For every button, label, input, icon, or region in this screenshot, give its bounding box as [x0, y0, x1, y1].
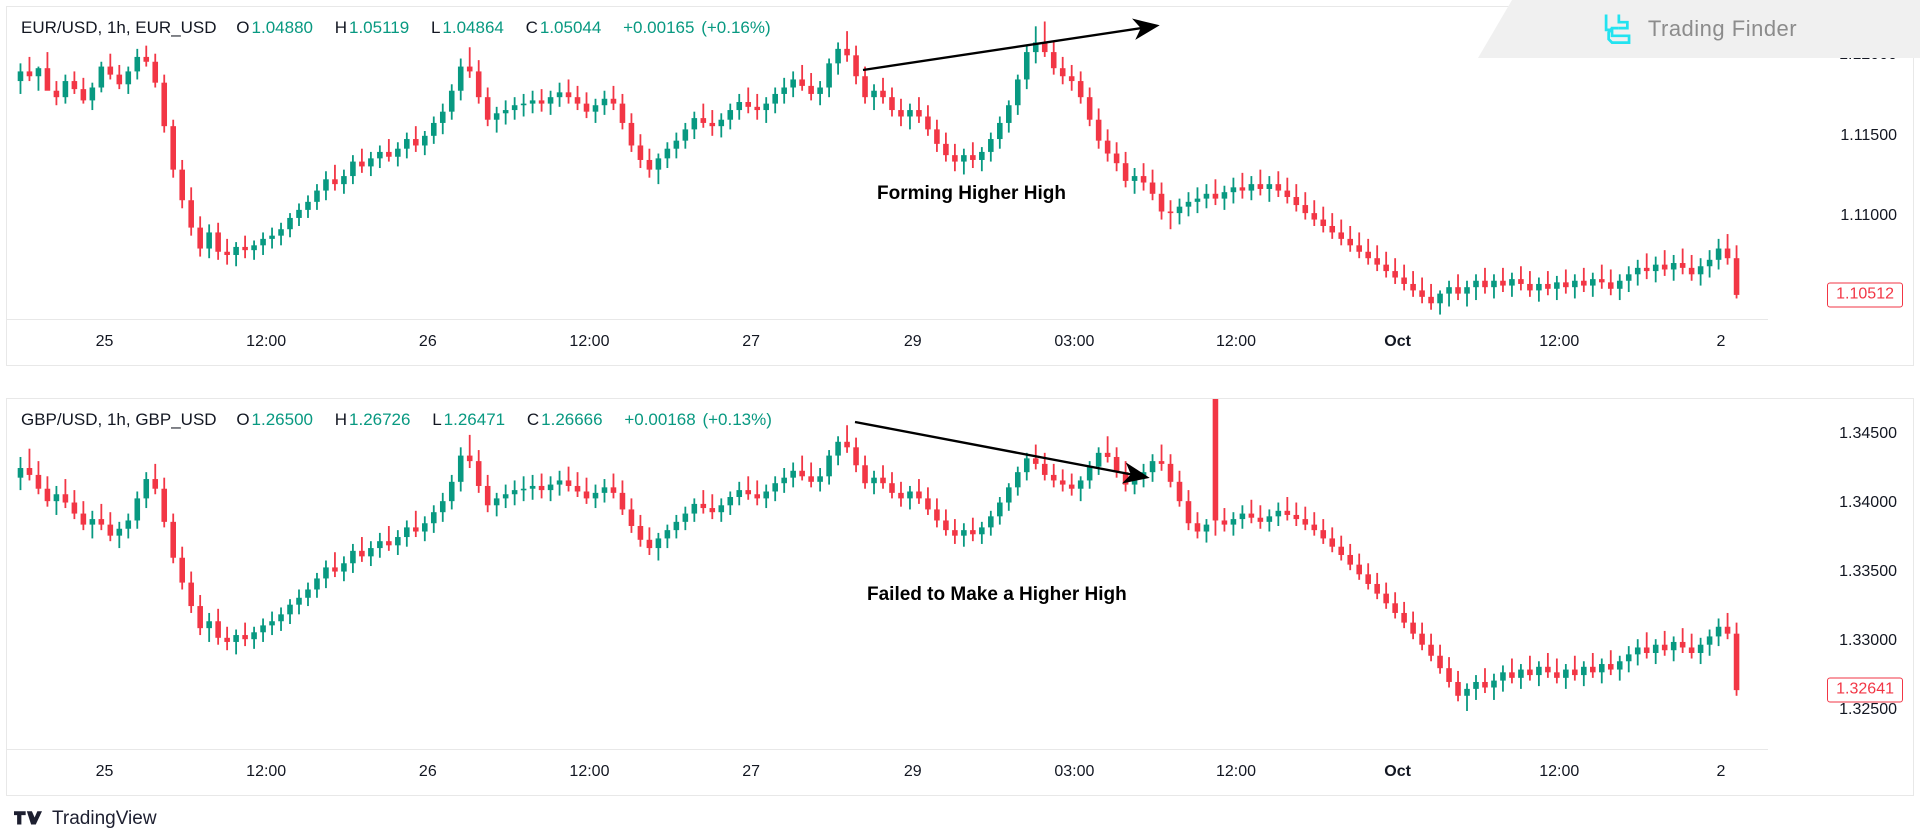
time-tick: 12:00 [1215, 333, 1257, 350]
legend-gbpusd: GBP/USD, 1h, GBP_USD O 1.26500 H 1.26726 L… [21, 410, 774, 430]
legend-high-value: 1.26726 [349, 410, 411, 429]
legend-symbol: GBP/USD, 1h, GBP_USD [21, 410, 217, 429]
legend-close-value: 1.05044 [539, 18, 602, 37]
price-axis-eurusd[interactable]: 1.120001.115001.110001.10512 [1768, 7, 1913, 365]
time-tick: 27 [742, 763, 760, 780]
time-tick: 12:00 [1215, 763, 1257, 780]
legend-low-label: L [432, 410, 442, 429]
time-tick: 29 [903, 333, 922, 350]
time-axis-gbpusd[interactable]: 25 12:00 26 12:00 27 29 03:00 12:00 Oct 12:00 2 [7, 749, 1768, 795]
price-tick: 1.33000 [1839, 631, 1897, 649]
legend-high-label: H [334, 18, 347, 37]
legend-high-label: H [334, 410, 348, 429]
price-tick: 1.11500 [1840, 126, 1897, 144]
time-tick: 12:00 [569, 333, 610, 350]
legend-high-value: 1.05119 [349, 18, 410, 37]
legend-change: +0.00165 [623, 18, 695, 37]
price-axis-gbpusd[interactable]: 1.34500 1.34000 1.33500 1.33000 1.32500 1.326… [1768, 399, 1913, 795]
time-tick: 03:00 [1054, 333, 1095, 350]
price-tick: 1.33500 [1839, 562, 1897, 580]
legend-open-value: 1.04880 [251, 18, 313, 37]
legend-open-label: O [236, 410, 250, 429]
annotation-forming-higher-high: Forming Higher High [877, 183, 1066, 204]
time-tick: 29 [903, 763, 922, 780]
legend-change-percent: (+0.13%) [702, 410, 772, 429]
legend-open-label: O [236, 18, 250, 37]
chart-screenshot: Trading Finder EUR/USD, 1h, EUR_USD O 1.0… [0, 0, 1920, 840]
legend-change: +0.00168 [624, 410, 696, 429]
price-tick: 1.32500 [1839, 700, 1897, 718]
tradingview-label: TradingView [52, 808, 157, 829]
time-tick: 12:00 [246, 763, 287, 780]
time-tick: Oct [1384, 763, 1411, 780]
chart-pane-eurusd: EUR/USD, 1h, EUR_USD O 1.04880 H 1.05119 L… [6, 6, 1914, 366]
time-tick: 27 [742, 333, 760, 350]
time-axis-eurusd[interactable]: 25 12:00 26 12:00 27 29 03:00 12:00 Oct 12:00 2 [7, 319, 1768, 365]
tradingview-footer: TradingView [0, 798, 1920, 840]
plot-area-gbpusd: Failed to Make a Higher High [7, 399, 1768, 750]
legend-open-value: 1.26500 [251, 410, 313, 429]
time-tick: 26 [418, 763, 437, 780]
annotation-failed-higher-high: Failed to Make a Higher High [867, 584, 1127, 605]
price-tick: 1.34500 [1839, 424, 1897, 442]
time-tick: 12:00 [1539, 763, 1580, 780]
chart-pane-gbpusd: GBP/USD, 1h, GBP_USD O 1.26500 H 1.26726 L… [6, 398, 1914, 796]
legend-symbol: EUR/USD, 1h, EUR_USD [21, 18, 217, 37]
legend-close-value: 1.26666 [541, 410, 603, 429]
legend-close-label: C [526, 410, 540, 429]
legend-low-value: 1.26471 [443, 410, 506, 429]
price-tick: 1.34000 [1839, 493, 1897, 511]
tf-monogram-icon [1604, 14, 1631, 44]
last-price-tag[interactable]: 1.32641 [1827, 677, 1903, 703]
trading-finder-watermark: Trading Finder [1478, 0, 1920, 58]
time-tick: 2 [1716, 763, 1726, 780]
last-price-tag[interactable]: 1.10512 [1827, 282, 1903, 308]
time-tick: 25 [95, 763, 114, 780]
price-tick: 1.11000 [1840, 207, 1897, 225]
legend-close-label: C [525, 18, 538, 37]
candlestick-series-gbpusd [17, 399, 1740, 711]
time-tick: 03:00 [1054, 763, 1095, 780]
time-tick: 12:00 [569, 763, 610, 780]
time-tick: 12:00 [246, 333, 287, 350]
time-tick: 25 [95, 333, 114, 350]
legend-change-percent: (+0.16%) [701, 18, 771, 37]
time-tick: 26 [418, 333, 437, 350]
legend-low-value: 1.04864 [442, 18, 504, 37]
tradingview-logo-icon [14, 811, 42, 825]
time-tick: 12:00 [1539, 333, 1580, 350]
legend-low-label: L [430, 18, 441, 37]
trading-finder-label: Trading Finder [1647, 16, 1798, 41]
legend-eurusd: EUR/USD, 1h, EUR_USD O 1.04880 H 1.05119 L… [21, 18, 773, 38]
time-tick: Oct [1384, 333, 1411, 350]
time-tick: 2 [1716, 333, 1726, 350]
